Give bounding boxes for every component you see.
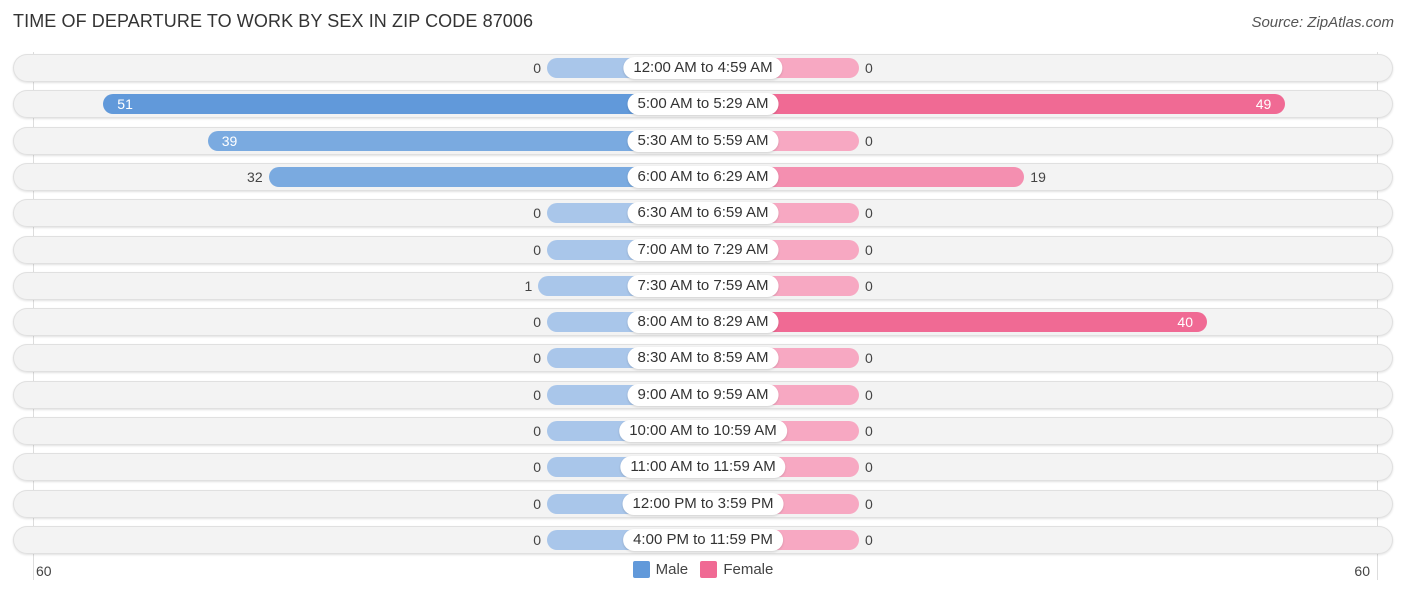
category-label: 7:00 AM to 7:29 AM [627,238,779,261]
category-label: 5:30 AM to 5:59 AM [627,129,779,152]
category-label: 7:30 AM to 7:59 AM [627,274,779,297]
value-label-female: 0 [865,495,873,512]
legend-swatch-female [700,561,718,578]
value-label-male: 39 [221,132,238,149]
value-label-male: 0 [533,60,541,76]
bar-male[interactable] [103,94,703,115]
chart-area: 0 0 12:00 AM to 4:59 AM 51 49 5:00 AM to 5:29… [0,0,1406,595]
legend-label-female: Female [723,561,774,578]
value-label-male: 0 [533,314,541,331]
value-label-female: 0 [865,350,873,367]
category-label: 12:00 AM to 4:59 AM [623,57,783,79]
category-label: 12:00 PM to 3:59 PM [622,492,784,515]
value-label-male: 0 [533,386,541,403]
value-label-male: 0 [533,531,541,548]
category-label: 5:00 AM to 5:29 AM [627,93,779,116]
value-label-male: 0 [533,205,541,222]
value-label-male: 0 [533,241,541,258]
value-label-female: 0 [865,241,873,258]
legend-swatch-male [632,561,650,578]
value-label-female: 0 [865,386,873,403]
category-label: 6:30 AM to 6:59 AM [627,202,779,225]
value-label-female: 19 [1030,168,1046,185]
category-label: 9:00 AM to 9:59 AM [627,383,779,406]
category-label: 4:00 PM to 11:59 PM [623,528,783,551]
value-label-female: 40 [1177,314,1193,331]
category-label: 8:30 AM to 8:59 AM [627,347,779,370]
legend-item-male[interactable]: Male [632,561,689,578]
legend: Male Female [0,561,1406,582]
value-label-male: 1 [524,277,533,294]
bar-female[interactable] [703,312,1207,333]
value-label-female: 0 [865,205,873,222]
value-label-male: 0 [533,459,541,476]
value-label-female: 0 [865,132,873,149]
value-label-male: 51 [117,96,133,113]
value-label-female: 0 [865,531,873,548]
value-label-male: 0 [533,495,541,512]
value-label-female: 0 [865,423,873,439]
category-label: 11:00 AM to 11:59 AM [620,456,786,479]
legend-item-female[interactable]: Female [700,561,773,578]
category-label: 10:00 AM to 10:59 AM [619,420,787,442]
value-label-female: 0 [865,60,873,76]
value-label-male: 0 [533,350,541,367]
value-label-female: 0 [865,277,873,294]
value-label-female: 0 [865,459,873,476]
category-label: 6:00 AM to 6:29 AM [627,165,779,188]
bar-female[interactable] [703,94,1286,115]
value-label-female: 49 [1255,96,1272,113]
value-label-male: 32 [247,168,263,185]
legend-label-male: Male [655,561,689,578]
value-label-male: 0 [533,423,541,439]
category-label: 8:00 AM to 8:29 AM [627,311,779,334]
